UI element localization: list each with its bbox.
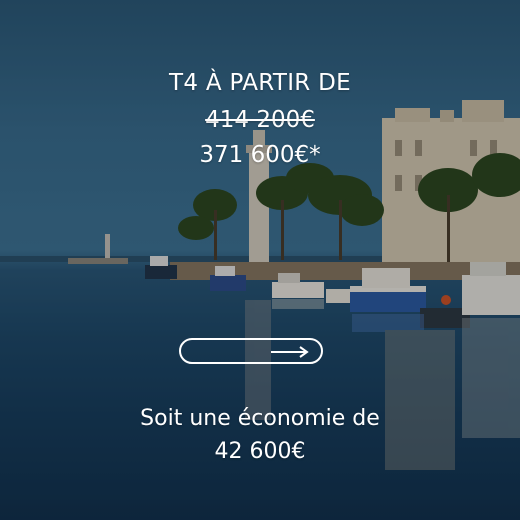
savings-line: Soit une économie de bbox=[140, 406, 380, 431]
headline: T4 À PARTIR DE bbox=[168, 70, 352, 96]
cta-arrow-button[interactable] bbox=[179, 338, 323, 364]
new-price: 371 600€* bbox=[199, 142, 321, 168]
arrow-right-icon bbox=[271, 346, 309, 358]
old-price: 414 200€ bbox=[205, 107, 315, 133]
savings-amount: 42 600€ bbox=[214, 439, 306, 464]
promo-banner: T4 À PARTIR DE 414 200€ 371 600€* Soit u… bbox=[0, 0, 520, 520]
